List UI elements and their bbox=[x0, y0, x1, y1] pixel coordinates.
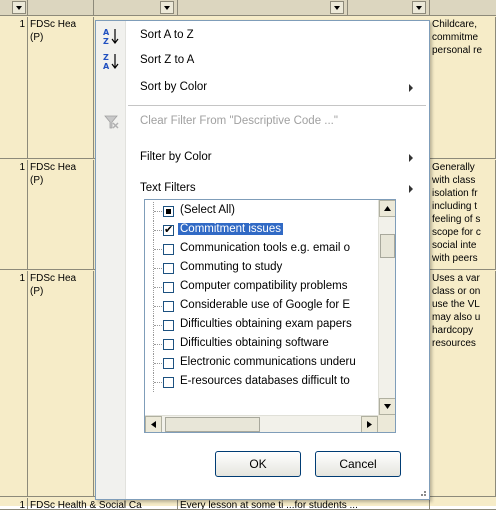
sort-z-to-a-item[interactable]: Z A Sort Z to A bbox=[96, 49, 429, 73]
clear-filter-label: Clear Filter From "Descriptive Code ..." bbox=[140, 115, 338, 127]
cell-code: FDSc Hea (P) bbox=[28, 17, 94, 158]
resize-grip-icon[interactable] bbox=[417, 487, 427, 497]
cell-code: FDSc Hea (P) bbox=[28, 160, 94, 269]
list-item[interactable]: Commitment issues bbox=[145, 221, 395, 240]
list-item[interactable]: Considerable use of Google for E bbox=[145, 297, 395, 316]
svg-text:Z: Z bbox=[103, 37, 109, 45]
chevron-left-icon bbox=[151, 421, 156, 428]
svg-text:Z: Z bbox=[103, 53, 109, 62]
clear-filter-icon bbox=[104, 115, 119, 129]
submenu-arrow-icon bbox=[409, 154, 413, 162]
cell-number: 1 bbox=[0, 17, 28, 158]
chevron-down-icon bbox=[384, 404, 391, 409]
item-checkbox[interactable] bbox=[163, 339, 174, 350]
column-a-filter-dropdown[interactable] bbox=[12, 1, 26, 14]
text-filters-label: Text Filters bbox=[140, 182, 196, 194]
item-checkbox[interactable] bbox=[163, 358, 174, 369]
cell-description: Generally with class isolation fr includ… bbox=[430, 160, 496, 269]
cell-number: 1 bbox=[0, 160, 28, 269]
item-checkbox[interactable] bbox=[163, 301, 174, 312]
submenu-arrow-icon bbox=[409, 185, 413, 193]
vertical-scroll-thumb[interactable] bbox=[380, 234, 395, 258]
filter-by-color-item[interactable]: Filter by Color bbox=[96, 146, 429, 170]
svg-text:A: A bbox=[103, 28, 110, 37]
list-item-select-all[interactable]: (Select All) bbox=[145, 202, 395, 221]
sort-descending-icon: Z A bbox=[103, 53, 119, 70]
filter-values-listbox[interactable]: (Select All) Commitment issues Communica… bbox=[144, 199, 396, 433]
ok-button[interactable]: OK bbox=[215, 451, 301, 477]
column-d-filter-dropdown[interactable] bbox=[330, 1, 344, 14]
sort-ascending-icon: A Z bbox=[103, 28, 119, 45]
scrollbar-corner bbox=[378, 415, 395, 432]
clear-filter-item[interactable]: Clear Filter From "Descriptive Code ..." bbox=[96, 110, 429, 134]
item-checkbox[interactable] bbox=[163, 377, 174, 388]
column-e-filter-dropdown[interactable] bbox=[412, 1, 426, 14]
column-c-filter-dropdown[interactable] bbox=[160, 1, 174, 14]
cancel-button[interactable]: Cancel bbox=[315, 451, 401, 477]
list-item[interactable]: Difficulties obtaining exam papers bbox=[145, 316, 395, 335]
sort-a-to-z-label: Sort A to Z bbox=[140, 29, 194, 41]
list-item[interactable]: Difficulties obtaining software bbox=[145, 335, 395, 354]
horizontal-scroll-thumb[interactable] bbox=[165, 417, 260, 432]
submenu-arrow-icon bbox=[409, 84, 413, 92]
menu-separator bbox=[128, 105, 426, 106]
list-item[interactable]: Commuting to study bbox=[145, 259, 395, 278]
select-all-checkbox[interactable] bbox=[163, 206, 174, 217]
item-checkbox[interactable] bbox=[163, 223, 174, 236]
vertical-scrollbar[interactable] bbox=[378, 200, 395, 415]
item-checkbox[interactable] bbox=[163, 320, 174, 331]
cell-number: 1 bbox=[0, 498, 28, 509]
sort-by-color-item[interactable]: Sort by Color bbox=[96, 76, 429, 100]
cell-description: Childcare, commitme personal re bbox=[430, 17, 496, 158]
item-checkbox[interactable] bbox=[163, 263, 174, 274]
list-item[interactable]: Communication tools e.g. email o bbox=[145, 240, 395, 259]
chevron-right-icon bbox=[367, 421, 372, 428]
cell-number: 1 bbox=[0, 271, 28, 496]
text-filters-item[interactable]: Text Filters bbox=[96, 177, 429, 201]
sort-by-color-label: Sort by Color bbox=[140, 81, 208, 93]
scroll-up-button[interactable] bbox=[379, 200, 395, 217]
horizontal-scrollbar[interactable] bbox=[145, 415, 378, 432]
list-item[interactable]: E-resources databases difficult to bbox=[145, 373, 395, 392]
chevron-up-icon bbox=[384, 206, 391, 211]
scroll-left-button[interactable] bbox=[145, 416, 162, 432]
filter-header-row bbox=[0, 0, 496, 16]
cell-code: FDSc Hea (P) bbox=[28, 271, 94, 496]
list-item[interactable]: Computer compatibility problems bbox=[145, 278, 395, 297]
cell-description: Uses a var class or on use the VL may al… bbox=[430, 271, 496, 496]
svg-text:A: A bbox=[103, 62, 110, 70]
filter-by-color-label: Filter by Color bbox=[140, 151, 212, 163]
autofilter-dropdown-menu: A Z Sort A to Z Z A Sort Z to A Sort by … bbox=[95, 20, 430, 500]
scroll-down-button[interactable] bbox=[379, 398, 395, 415]
item-checkbox[interactable] bbox=[163, 244, 174, 255]
item-checkbox[interactable] bbox=[163, 282, 174, 293]
sort-a-to-z-item[interactable]: A Z Sort A to Z bbox=[96, 24, 429, 48]
sort-z-to-a-label: Sort Z to A bbox=[140, 54, 195, 66]
list-item[interactable]: Electronic communications underu bbox=[145, 354, 395, 373]
scroll-right-button[interactable] bbox=[361, 416, 378, 432]
